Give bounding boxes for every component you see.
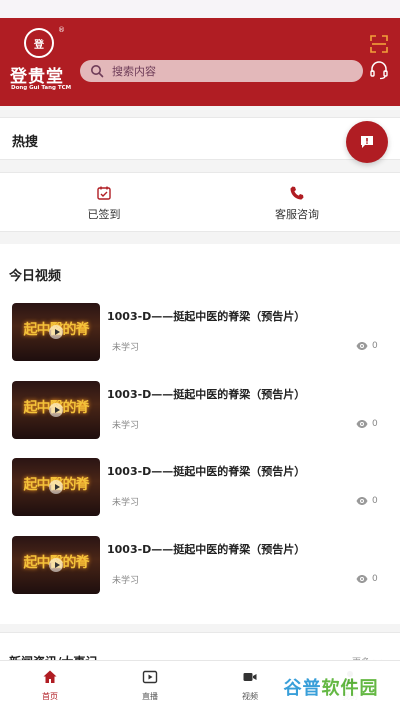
logo-english-text: Dong Gui Tang TCM xyxy=(11,85,72,91)
app-header: 登 ® 登贵堂 Dong Gui Tang TCM 搜索内容 xyxy=(0,18,400,106)
learning-status: 未学习 xyxy=(112,498,140,508)
headset-icon[interactable] xyxy=(369,60,389,80)
view-count: 0 xyxy=(356,419,378,429)
scan-icon[interactable] xyxy=(369,34,389,54)
search-bar[interactable]: 搜索内容 xyxy=(80,60,363,82)
view-count-value: 0 xyxy=(372,496,378,506)
play-icon xyxy=(49,480,63,494)
video-thumbnail[interactable]: 起中醫的脊 xyxy=(12,458,100,516)
live-play-icon xyxy=(142,670,158,684)
sign-in-action[interactable]: 已签到 xyxy=(44,185,164,222)
logo-chinese-text: 登贵堂 xyxy=(10,67,64,87)
eye-icon xyxy=(356,575,368,583)
hot-search-title: 热搜 xyxy=(12,135,39,150)
view-count-value: 0 xyxy=(372,574,378,584)
section-title: 今日视频 xyxy=(9,269,62,284)
tab-live-label: 直播 xyxy=(142,692,158,701)
phone-icon xyxy=(290,186,304,200)
eye-icon xyxy=(356,342,368,350)
video-list-item[interactable]: 起中醫的脊 1003-D——挺起中医的脊梁（预告片） 未学习 0 xyxy=(0,536,400,604)
view-count: 0 xyxy=(356,574,378,584)
play-icon xyxy=(49,325,63,339)
view-count-value: 0 xyxy=(372,341,378,351)
home-icon xyxy=(43,670,57,683)
status-bar xyxy=(0,0,400,18)
learning-status: 未学习 xyxy=(112,421,140,431)
logo-seal-icon: 登 xyxy=(24,28,54,58)
video-list-item[interactable]: 起中醫的脊 1003-D——挺起中医的脊梁（预告片） 未学习 0 xyxy=(0,303,400,371)
eye-icon xyxy=(356,497,368,505)
customer-service-label: 客服咨询 xyxy=(275,208,319,221)
calendar-check-icon xyxy=(97,186,111,200)
video-thumbnail[interactable]: 起中醫的脊 xyxy=(12,381,100,439)
eye-icon xyxy=(356,420,368,428)
tab-home[interactable]: 首页 xyxy=(20,669,80,702)
view-count: 0 xyxy=(356,341,378,351)
play-icon xyxy=(49,403,63,417)
video-list-item[interactable]: 起中醫的脊 1003-D——挺起中医的脊梁（预告片） 未学习 0 xyxy=(0,458,400,526)
registered-mark: ® xyxy=(58,26,65,34)
view-count-value: 0 xyxy=(372,419,378,429)
tab-live[interactable]: 直播 xyxy=(120,669,180,702)
site-watermark: 谷普 软件园 xyxy=(270,670,392,704)
video-title: 1003-D——挺起中医的脊梁（预告片） xyxy=(107,543,306,556)
video-title: 1003-D——挺起中医的脊梁（预告片） xyxy=(107,388,306,401)
watermark-text-b: 软件园 xyxy=(321,678,379,699)
hot-search-card[interactable]: 热搜 xyxy=(0,117,400,160)
brand-logo: 登 ® 登贵堂 Dong Gui Tang TCM xyxy=(8,26,74,94)
today-videos-panel: 今日视频 起中醫的脊 1003-D——挺起中医的脊梁（预告片） 未学习 0 起中… xyxy=(0,244,400,624)
learning-status: 未学习 xyxy=(112,576,140,586)
video-thumbnail[interactable]: 起中醫的脊 xyxy=(12,303,100,361)
learning-status: 未学习 xyxy=(112,343,140,353)
video-thumbnail[interactable]: 起中醫的脊 xyxy=(12,536,100,594)
customer-service-action[interactable]: 客服咨询 xyxy=(237,185,357,222)
message-icon xyxy=(361,136,373,148)
quick-actions-card: 已签到 客服咨询 xyxy=(0,172,400,232)
watermark-text-a: 谷普 xyxy=(283,678,322,699)
view-count: 0 xyxy=(356,496,378,506)
video-title: 1003-D——挺起中医的脊梁（预告片） xyxy=(107,465,306,478)
play-icon xyxy=(49,558,63,572)
search-icon xyxy=(91,65,104,78)
search-placeholder: 搜索内容 xyxy=(112,65,156,78)
sign-in-label: 已签到 xyxy=(87,208,121,221)
video-title: 1003-D——挺起中医的脊梁（预告片） xyxy=(107,310,306,323)
video-list-item[interactable]: 起中醫的脊 1003-D——挺起中医的脊梁（预告片） 未学习 0 xyxy=(0,381,400,449)
tab-home-label: 首页 xyxy=(42,692,58,701)
video-camera-icon xyxy=(243,673,257,681)
message-fab-button[interactable] xyxy=(346,121,388,163)
